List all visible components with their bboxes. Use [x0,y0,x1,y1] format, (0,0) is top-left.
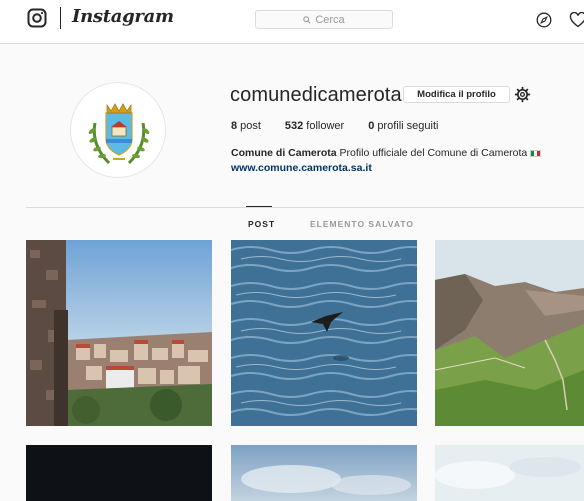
followers-count: 532 [284,120,304,132]
following-label: profili seguiti [377,120,439,132]
tab-post[interactable]: POST [248,219,275,229]
search-placeholder: Cerca [315,13,345,26]
posts-label: post [240,120,261,132]
italy-flag-icon [530,149,542,157]
mountain-valley-photo [435,240,584,426]
post-thumbnail[interactable] [26,445,212,501]
post-thumbnail[interactable] [26,240,212,426]
town-photo [26,240,212,426]
heart-icon[interactable] [569,12,584,28]
tab-saved[interactable]: ELEMENTO SALVATO [310,219,414,229]
bio-full-name: Comune di Camerota [231,147,337,159]
bio-website-link[interactable]: www.comune.camerota.sa.it [231,162,372,174]
followers-stat[interactable]: 532 follower [285,120,344,132]
instagram-camera-icon[interactable] [27,8,47,28]
top-nav: Instagram Cerca [0,0,584,44]
nav-divider [60,7,61,29]
sky-photo [231,445,417,501]
coat-of-arms-logo [88,103,150,165]
followers-label: follower [306,120,345,132]
sea-bird-photo [231,240,417,426]
search-icon [303,15,311,24]
edit-profile-button[interactable]: Modifica il profilo [403,86,510,103]
active-tab-indicator [246,206,272,207]
search-input[interactable]: Cerca [255,10,393,29]
instagram-wordmark[interactable]: Instagram [72,6,174,27]
post-thumbnail[interactable] [231,240,417,426]
posts-count: 8 [231,120,238,132]
profile-username: comunedicamerota [230,84,402,106]
post-thumbnail[interactable] [435,445,584,501]
post-thumbnail[interactable] [435,240,584,426]
posts-stat: 8 post [231,120,261,132]
tabs-divider [26,207,584,208]
compass-icon[interactable] [536,12,552,28]
post-thumbnail[interactable] [231,445,417,501]
profile-stats: 8 post 532 follower 0 profili seguiti [231,120,462,132]
profile-bio: Comune di Camerota Profilo ufficiale del… [231,146,571,176]
pale-sky-photo [435,445,584,501]
avatar[interactable] [70,82,166,178]
gear-icon[interactable] [514,86,531,103]
following-count: 0 [368,120,375,132]
bio-text: Profilo ufficiale del Comune di Camerota [339,147,528,159]
following-stat[interactable]: 0 profili seguiti [368,120,438,132]
